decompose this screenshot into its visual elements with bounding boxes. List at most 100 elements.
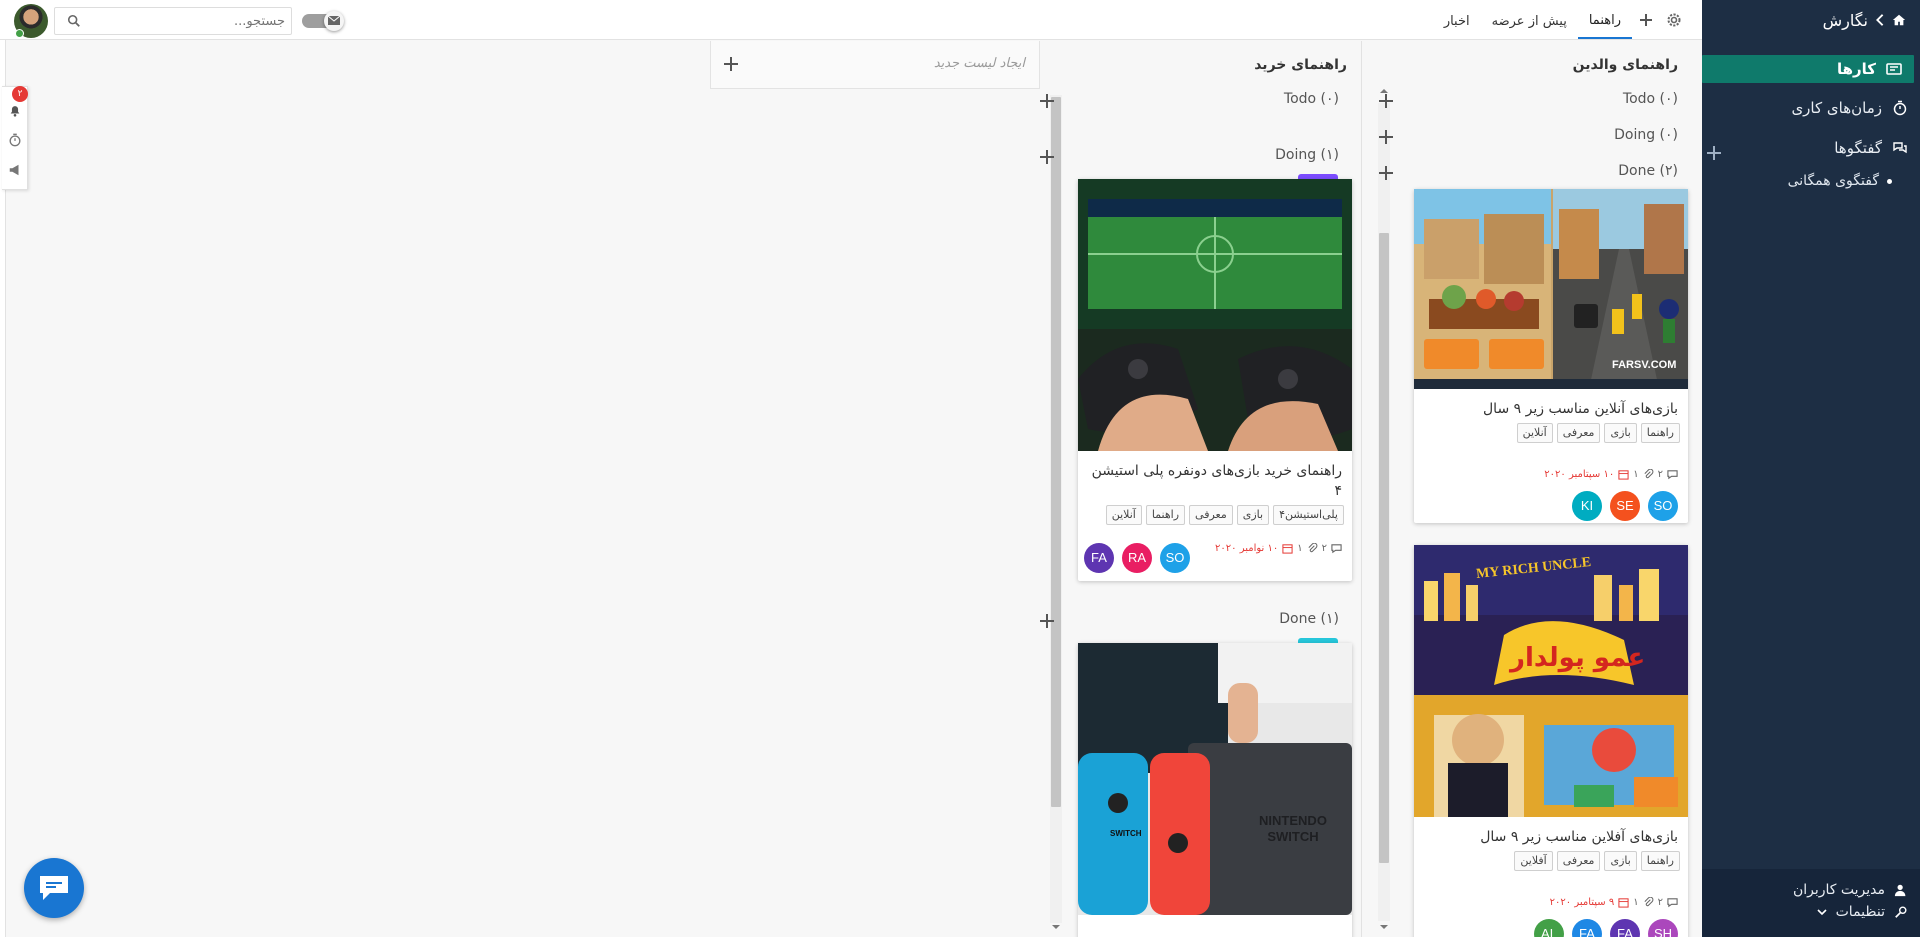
cover-caption: SWITCH [1110,829,1142,838]
tag[interactable]: بازی [1604,423,1637,443]
project-tabs: اخبار پیش از عرضه راهنما [1433,0,1688,40]
member-avatar[interactable]: FA [1084,543,1114,573]
member-avatar[interactable]: RA [1122,543,1152,573]
tag[interactable]: پلی‌استیشن۴ [1273,505,1344,525]
add-chat-icon[interactable] [1706,145,1722,161]
tag[interactable]: معرفی [1189,505,1233,525]
tag[interactable]: معرفی [1556,851,1601,871]
card-online-games[interactable]: FARSV.COM بازی‌های آنلاین مناسب زیر ۹ سا… [1414,189,1688,523]
group-name: Todo (۰) [1283,91,1339,107]
mail-toggle[interactable] [302,11,344,31]
list-title[interactable]: راهنمای خرید [1254,57,1347,73]
gear-icon[interactable] [1666,12,1682,28]
sidebar-item-chats[interactable]: گفتگوها [1702,133,1920,163]
kanban-board: راهنمای والدین Todo (۰) Doing (۰) Done (… [6,41,1702,937]
card-offline-games[interactable]: MY RICH UNCLE عمو پولدار بازی‌های آفلاین… [1414,545,1688,937]
paperclip-icon [1644,469,1654,479]
card-tags: پلی‌استیشن۴ بازی معرفی راهنما آنلاین [1086,505,1344,525]
tag[interactable]: آنلاین [1516,423,1553,443]
comment-icon [1667,470,1678,480]
group-name: Doing (۰) [1614,127,1678,143]
user-avatar[interactable] [14,4,48,38]
member-avatar[interactable]: SO [1160,543,1190,573]
card-title: بازی‌های آنلاین مناسب زیر ۹ سال [1483,401,1678,417]
add-card-icon[interactable] [1039,613,1055,629]
group-doing: Doing (۰) [1378,125,1678,149]
board-game-box-image [1414,545,1688,817]
list-shopping-guide: راهنمای خرید Todo (۰) Doing (۱) راهنمای … [1040,41,1362,937]
cover-watermark: FARSV.COM [1612,359,1677,371]
tag[interactable]: راهنما [1640,423,1680,443]
user-management-link[interactable]: مدیریت کاربران [1702,879,1920,901]
group-done: Done (۱) [1039,609,1339,633]
member-avatar[interactable]: AL [1534,919,1564,937]
top-bar: اخبار پیش از عرضه راهنما [0,0,1702,40]
tag[interactable]: آنلاین [1105,505,1142,525]
member-avatar[interactable]: FA [1572,919,1602,937]
add-card-icon[interactable] [1378,165,1394,181]
wrench-icon [1895,906,1907,918]
sidebar-item-tasks[interactable]: کارها [1702,55,1914,83]
member-avatar[interactable]: KI [1572,491,1602,521]
scroll-down-icon[interactable] [1052,923,1060,931]
card-ps4-guide[interactable]: راهنمای خرید بازی‌های دونفره پلی استیشن … [1078,179,1352,581]
member-avatar[interactable]: SH [1648,919,1678,937]
search-icon[interactable] [67,14,81,28]
list-title[interactable]: راهنمای والدین [1573,57,1678,73]
add-card-icon[interactable] [1378,129,1394,145]
card-cover-image: MY RICH UNCLE عمو پولدار [1414,545,1688,817]
add-card-icon[interactable] [1039,93,1055,109]
add-list-icon[interactable] [723,56,739,72]
attachment-count: ۱ [1633,897,1639,908]
bullet-icon [1887,178,1892,184]
calendar-icon [1618,470,1629,480]
card-cover-image: FARSV.COM [1414,189,1688,389]
group-name: Done (۲) [1618,163,1678,179]
settings-link[interactable]: تنظیمات [1702,901,1920,923]
tab-pre-release[interactable]: پیش از عرضه [1481,0,1578,40]
list-scrollbar[interactable] [1050,95,1062,923]
create-new-list[interactable]: ایجاد لیست جدید [710,41,1040,89]
scrollbar-thumb[interactable] [1051,97,1061,807]
member-avatar[interactable]: SE [1610,491,1640,521]
tag[interactable]: آفلاین [1514,851,1553,871]
tag[interactable]: راهنما [1145,505,1186,525]
scroll-down-icon[interactable] [1380,923,1388,931]
chevron-left-icon [1876,14,1884,26]
tab-guide[interactable]: راهنما [1577,1,1632,39]
home-icon [1892,14,1906,26]
add-tab-icon[interactable] [1638,12,1654,28]
settings-label: تنظیمات [1835,904,1885,920]
stopwatch-icon [1893,100,1907,116]
tab-news[interactable]: اخبار [1433,0,1481,40]
sidebar-item-label: کارها [1836,60,1876,78]
tag[interactable]: معرفی [1556,423,1601,443]
tag[interactable]: راهنما [1640,851,1680,871]
member-avatar[interactable]: FA [1610,919,1640,937]
cover-brand: NINTENDO SWITCH [1259,813,1327,844]
list-scrollbar[interactable] [1378,103,1390,921]
calendar-icon [1282,544,1293,554]
card-meta: ۲ ۱ ۱۰ نوامبر ۲۰۲۰ [1215,543,1342,554]
search-input[interactable] [85,8,285,34]
paperclip-icon [1644,897,1654,907]
add-card-icon[interactable] [1039,149,1055,165]
card-cover-image: SWITCH NINTENDO SWITCH [1078,643,1352,915]
users-icon [1894,884,1906,897]
cards-icon [1886,63,1902,75]
mail-icon [328,16,340,25]
cover-title: عمو پولدار [1510,643,1646,673]
new-list-placeholder: ایجاد لیست جدید [933,56,1025,71]
sidebar-subitem-public-chat[interactable]: گفتگوی همگانی [1702,173,1920,189]
chat-bubbles-icon [1893,142,1907,154]
sidebar-item-work-times[interactable]: زمان‌های کاری [1702,93,1920,123]
card-switch-guide[interactable]: SWITCH NINTENDO SWITCH [1078,643,1352,937]
group-name: Done (۱) [1279,611,1339,627]
add-card-icon[interactable] [1378,93,1394,109]
tag[interactable]: بازی [1604,851,1637,871]
sidebar-brand[interactable]: نگارش [1702,0,1920,40]
member-avatar[interactable]: SO [1648,491,1678,521]
scrollbar-thumb[interactable] [1379,233,1389,863]
tag[interactable]: بازی [1236,505,1270,525]
chevron-down-icon [1817,909,1827,916]
